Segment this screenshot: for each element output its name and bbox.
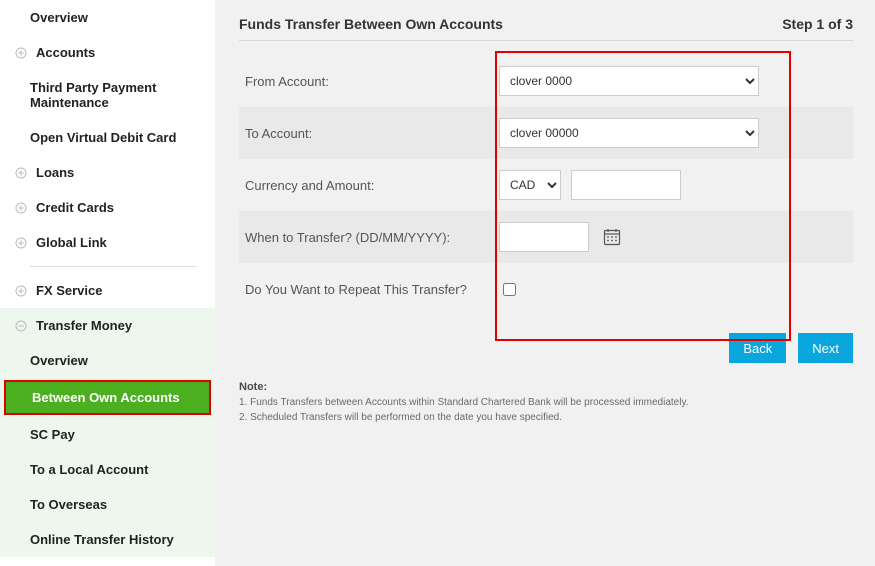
sidebar-item-label: Online Transfer History xyxy=(30,532,174,547)
button-row: Back Next xyxy=(239,333,853,363)
date-input[interactable] xyxy=(499,222,589,252)
sidebar-item-label: FX Service xyxy=(36,283,103,298)
page-header: Funds Transfer Between Own Accounts Step… xyxy=(239,16,853,41)
note-line-2: 2. Scheduled Transfers will be performed… xyxy=(239,412,853,423)
sidebar: Overview Accounts Third Party Payment Ma… xyxy=(0,0,215,566)
sidebar-item-label: Third Party Payment Maintenance xyxy=(30,80,201,110)
currency-select[interactable]: CAD xyxy=(499,170,561,200)
sidebar-item-overview[interactable]: Overview xyxy=(0,0,215,35)
sidebar-item-fx-service[interactable]: FX Service xyxy=(0,273,215,308)
sidebar-item-transfer-history[interactable]: Online Transfer History xyxy=(0,522,215,557)
label-to-account: To Account: xyxy=(239,126,499,141)
to-account-select[interactable]: clover 00000 xyxy=(499,118,759,148)
sidebar-item-open-vdc[interactable]: Open Virtual Debit Card xyxy=(0,120,215,155)
sidebar-item-label: Overview xyxy=(30,353,88,368)
sidebar-item-accounts[interactable]: Accounts xyxy=(0,35,215,70)
next-button[interactable]: Next xyxy=(798,333,853,363)
row-repeat-transfer: Do You Want to Repeat This Transfer? xyxy=(239,263,853,315)
sidebar-item-transfer-money[interactable]: Transfer Money xyxy=(0,308,215,343)
step-indicator: Step 1 of 3 xyxy=(782,16,853,32)
plus-circle-icon xyxy=(14,236,28,250)
sidebar-item-label: SC Pay xyxy=(30,427,75,442)
sidebar-item-third-party[interactable]: Third Party Payment Maintenance xyxy=(0,70,215,120)
minus-circle-icon xyxy=(14,319,28,333)
from-account-select[interactable]: clover 0000 xyxy=(499,66,759,96)
plus-circle-icon xyxy=(14,284,28,298)
page-title: Funds Transfer Between Own Accounts xyxy=(239,16,503,32)
sidebar-item-label: Between Own Accounts xyxy=(32,390,180,405)
sidebar-item-label: To a Local Account xyxy=(30,462,148,477)
sidebar-item-label: To Overseas xyxy=(30,497,107,512)
sidebar-item-tm-overview[interactable]: Overview xyxy=(0,343,215,378)
sidebar-item-label: Open Virtual Debit Card xyxy=(30,130,176,145)
label-currency-amount: Currency and Amount: xyxy=(239,178,499,193)
plus-circle-icon xyxy=(14,166,28,180)
sidebar-item-credit-cards[interactable]: Credit Cards xyxy=(0,190,215,225)
plus-circle-icon xyxy=(14,201,28,215)
sidebar-separator xyxy=(30,266,197,267)
sidebar-item-loans[interactable]: Loans xyxy=(0,155,215,190)
row-from-account: From Account: clover 0000 xyxy=(239,55,853,107)
back-button[interactable]: Back xyxy=(729,333,786,363)
sidebar-item-to-overseas[interactable]: To Overseas xyxy=(0,487,215,522)
sidebar-item-label: Loans xyxy=(36,165,74,180)
row-to-account: To Account: clover 00000 xyxy=(239,107,853,159)
notes-block: Note: 1. Funds Transfers between Account… xyxy=(239,381,853,423)
sidebar-item-label: Transfer Money xyxy=(36,318,132,333)
sidebar-item-sc-pay[interactable]: SC Pay xyxy=(0,417,215,452)
row-currency-amount: Currency and Amount: CAD xyxy=(239,159,853,211)
label-from-account: From Account: xyxy=(239,74,499,89)
sidebar-item-to-local[interactable]: To a Local Account xyxy=(0,452,215,487)
label-when-transfer: When to Transfer? (DD/MM/YYYY): xyxy=(239,230,499,245)
calendar-icon[interactable] xyxy=(599,224,625,250)
label-repeat-transfer: Do You Want to Repeat This Transfer? xyxy=(239,282,499,297)
sidebar-item-label: Accounts xyxy=(36,45,95,60)
row-when-transfer: When to Transfer? (DD/MM/YYYY): xyxy=(239,211,853,263)
main-content: Funds Transfer Between Own Accounts Step… xyxy=(215,0,875,566)
sidebar-transfer-section: Transfer Money Overview Between Own Acco… xyxy=(0,308,215,557)
sidebar-item-global-link[interactable]: Global Link xyxy=(0,225,215,260)
sidebar-item-label: Overview xyxy=(30,10,88,25)
notes-title: Note: xyxy=(239,381,853,393)
note-line-1: 1. Funds Transfers between Accounts with… xyxy=(239,397,853,408)
form-wrapper: From Account: clover 0000 To Account: cl… xyxy=(239,55,853,315)
amount-input[interactable] xyxy=(571,170,681,200)
repeat-checkbox[interactable] xyxy=(503,283,516,296)
sidebar-item-label: Global Link xyxy=(36,235,107,250)
sidebar-item-label: Credit Cards xyxy=(36,200,114,215)
sidebar-item-between-own-accounts[interactable]: Between Own Accounts xyxy=(4,380,211,415)
plus-circle-icon xyxy=(14,46,28,60)
